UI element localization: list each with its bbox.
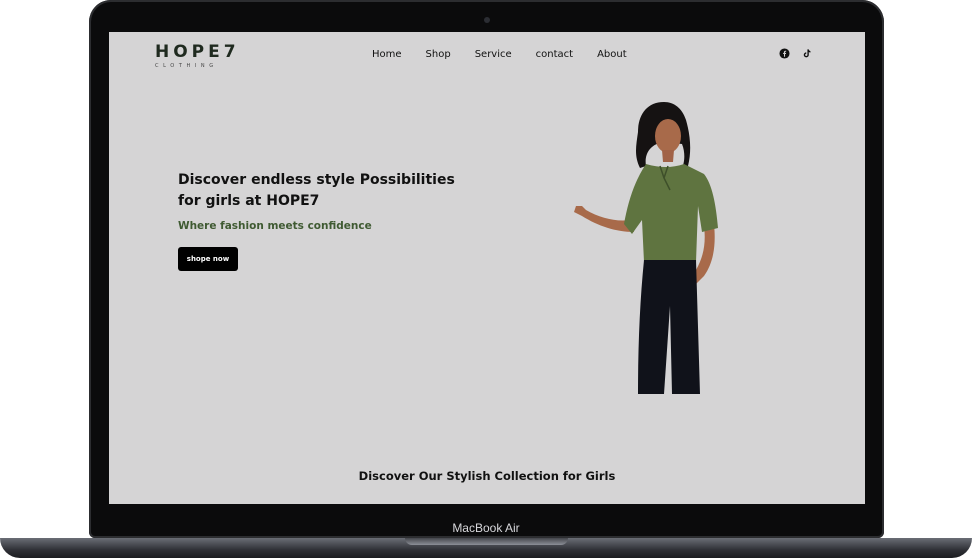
nav-contact[interactable]: contact bbox=[536, 49, 573, 60]
nav-shop[interactable]: Shop bbox=[426, 49, 451, 60]
site-logo[interactable]: HOPE7 CLOTHING bbox=[155, 42, 240, 69]
main-nav: Home Shop Service contact About bbox=[372, 49, 627, 60]
logo-wordmark: HOPE7 bbox=[155, 42, 240, 62]
collection-section-title: Discover Our Stylish Collection for Girl… bbox=[358, 469, 616, 483]
hero-model-image bbox=[574, 102, 718, 394]
shop-now-button[interactable]: shope now bbox=[178, 247, 238, 271]
browser-screen: HOPE7 CLOTHING Home Shop Service contact… bbox=[109, 32, 865, 504]
camera bbox=[484, 17, 490, 23]
logo-tagline: CLOTHING bbox=[155, 63, 218, 69]
nav-home[interactable]: Home bbox=[372, 49, 402, 60]
nav-about[interactable]: About bbox=[597, 49, 627, 60]
tiktok-icon[interactable] bbox=[801, 48, 812, 59]
nav-service[interactable]: Service bbox=[475, 49, 512, 60]
device-label: MacBook Air bbox=[452, 521, 520, 535]
facebook-icon[interactable] bbox=[779, 48, 790, 59]
hero-title: Discover endless style Possibilities for… bbox=[178, 172, 455, 209]
hero-subtitle: Where fashion meets confidence bbox=[178, 220, 372, 232]
laptop-notch bbox=[405, 538, 568, 545]
social-links bbox=[779, 48, 812, 59]
